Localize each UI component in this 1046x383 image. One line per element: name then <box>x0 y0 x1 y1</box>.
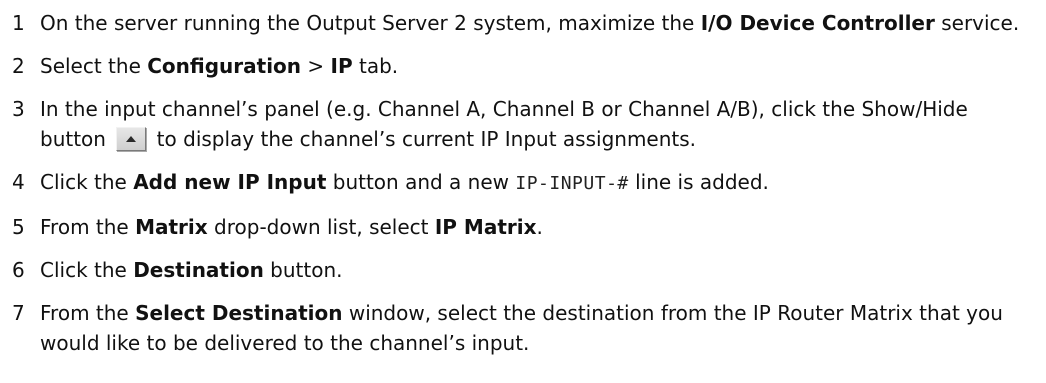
service-name: I/O Device Controller <box>700 11 935 35</box>
step-number: 6 <box>12 258 25 282</box>
text-segment: On the server running the Output Server … <box>40 11 701 35</box>
step-text: In the input channel’s panel (e.g. Chann… <box>40 94 1040 154</box>
step-text: From the Select Destination window, sele… <box>40 298 1040 358</box>
text-segment: button. <box>263 258 343 282</box>
step-number: 5 <box>12 215 25 239</box>
step-text: Click the Add new IP Input button and a … <box>40 167 1040 199</box>
text-segment: drop-down list, select <box>207 215 435 239</box>
ip-matrix-label: IP Matrix <box>434 215 537 239</box>
step-6: 6 Click the Destination button. <box>12 255 1046 285</box>
step-text: Select the Configuration > IP tab. <box>40 51 1040 81</box>
text-segment: service. <box>934 11 1020 35</box>
step-number: 2 <box>12 54 25 78</box>
step-2: 2 Select the Configuration > IP tab. <box>12 51 1046 81</box>
configuration-label: Configuration <box>147 54 302 78</box>
text-segment: tab. <box>352 54 399 78</box>
text-segment: button and a new <box>326 170 516 194</box>
text-segment: . <box>536 215 543 239</box>
text-segment: line is added. <box>628 170 769 194</box>
ip-tab-label: IP <box>330 54 353 78</box>
step-5: 5 From the Matrix drop-down list, select… <box>12 212 1046 242</box>
destination-label: Destination <box>133 258 264 282</box>
step-1: 1 On the server running the Output Serve… <box>12 8 1046 38</box>
matrix-label: Matrix <box>135 215 208 239</box>
text-segment: Click the <box>40 258 134 282</box>
text-segment: Click the <box>40 170 134 194</box>
step-4: 4 Click the Add new IP Input button and … <box>12 167 1046 199</box>
step-3: 3 In the input channel’s panel (e.g. Cha… <box>12 94 1046 154</box>
text-segment: From the <box>40 301 136 325</box>
step-number: 3 <box>12 97 25 121</box>
step-7: 7 From the Select Destination window, se… <box>12 298 1046 358</box>
text-segment: Select the <box>40 54 148 78</box>
step-number: 1 <box>12 11 25 35</box>
select-destination-label: Select Destination <box>135 301 343 325</box>
text-segment: From the <box>40 215 136 239</box>
step-number: 7 <box>12 301 25 325</box>
step-text: Click the Destination button. <box>40 255 1040 285</box>
up-arrow-icon <box>126 136 137 142</box>
step-text: From the Matrix drop-down list, select I… <box>40 212 1040 242</box>
step-text: On the server running the Output Server … <box>40 8 1040 38</box>
instructions-list: 1 On the server running the Output Serve… <box>0 0 1046 358</box>
add-ip-input-label: Add new IP Input <box>133 170 327 194</box>
show-hide-button[interactable] <box>116 127 147 151</box>
ip-input-code: IP-INPUT-# <box>515 173 629 194</box>
text-segment: > <box>301 54 331 78</box>
step-number: 4 <box>12 170 25 194</box>
text-segment: to display the channel’s current IP Inpu… <box>150 127 697 151</box>
